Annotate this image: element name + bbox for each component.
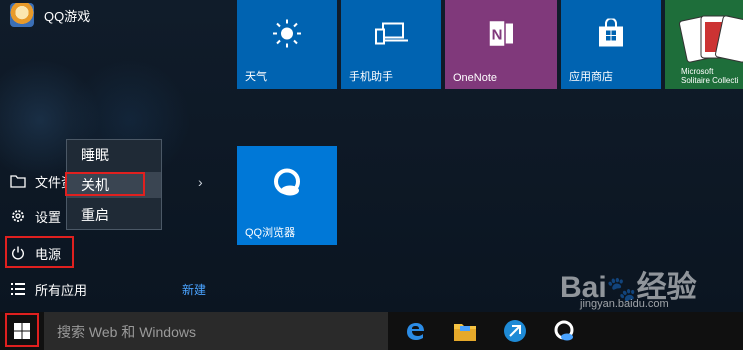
qq-game-icon [10,3,34,27]
maxthon-icon[interactable] [502,318,528,344]
start-button-highlight-box [5,313,39,347]
folder-icon [10,173,26,189]
chevron-right-icon[interactable]: › [198,174,203,190]
all-apps-item[interactable]: 所有应用 [10,276,87,302]
tile-label: 天气 [245,71,267,83]
baidu-watermark-url: jingyan.baidu.com [580,298,669,310]
shutdown-highlight-box [65,172,145,196]
tile-label: OneNote [453,72,498,84]
tile-weather[interactable]: 天气 [237,0,337,89]
file-explorer-icon[interactable] [452,318,478,344]
tile-qq-browser[interactable]: QQ浏览器 [237,146,337,245]
search-box[interactable]: 搜索 Web 和 Windows [44,312,388,350]
sun-icon [272,18,302,53]
tile-store[interactable]: 应用商店 [561,0,661,89]
svg-text:N: N [492,26,503,43]
tile-onenote[interactable]: N OneNote [445,0,557,89]
tile-label: 应用商店 [569,71,613,83]
phone-laptop-icon [374,20,408,51]
gear-icon [10,208,26,224]
search-placeholder: 搜索 Web 和 Windows [57,324,196,340]
most-used-app-qq-game[interactable]: QQ游戏 [10,0,90,30]
qq-browser-icon [270,166,304,205]
qq-browser-taskbar-icon[interactable] [551,318,577,344]
tile-label: QQ浏览器 [245,227,296,239]
restart-option[interactable]: 重启 [67,202,161,228]
edge-icon[interactable] [402,318,428,344]
settings-item[interactable]: 设置 [10,203,61,229]
tile-label: Microsoft Solitaire Collecti [681,67,739,85]
all-apps-label: 所有应用 [35,282,88,298]
settings-label: 设置 [35,209,62,225]
onenote-icon: N [485,17,517,54]
tile-phone-companion[interactable]: 手机助手 [341,0,441,89]
taskbar: 搜索 Web 和 Windows [0,312,743,350]
store-bag-icon [596,17,626,53]
new-badge: 新建 [182,283,207,297]
tile-label: 手机助手 [349,71,393,83]
power-highlight-box [5,236,74,268]
sleep-option[interactable]: 睡眠 [67,142,161,168]
playing-cards-icon [679,10,743,71]
list-icon [10,281,26,297]
tile-solitaire[interactable]: Microsoft Solitaire Collecti [665,0,743,89]
app-label: QQ游戏 [44,8,91,24]
